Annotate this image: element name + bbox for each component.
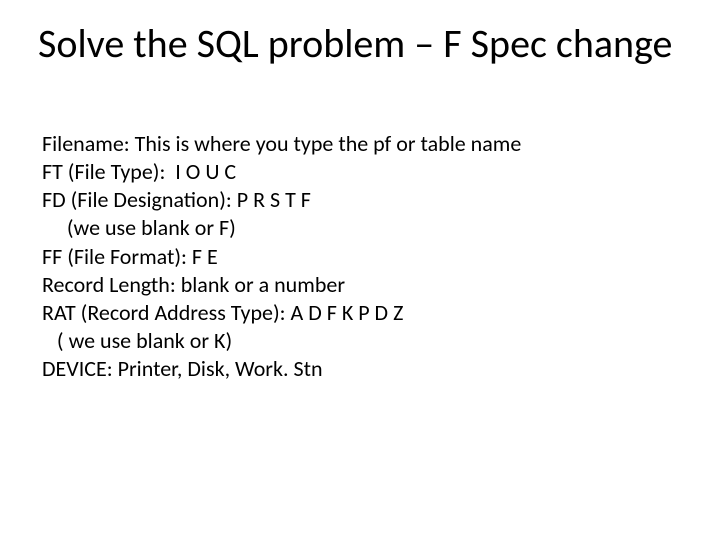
slide-body: Filename: This is where you type the pf …	[42, 130, 662, 383]
body-line: RAT (Record Address Type): A D F K P D Z	[42, 299, 662, 327]
slide-title: Solve the SQL problem – F Spec change	[38, 22, 672, 66]
body-line: FD (File Designation): P R S T F	[42, 186, 662, 214]
body-line: DEVICE: Printer, Disk, Work. Stn	[42, 355, 662, 383]
body-line: Record Length: blank or a number	[42, 271, 662, 299]
body-line: ( we use blank or K)	[42, 327, 662, 355]
body-line: (we use blank or F)	[42, 214, 662, 242]
body-line: Filename: This is where you type the pf …	[42, 130, 662, 158]
slide: Solve the SQL problem – F Spec change Fi…	[0, 0, 720, 540]
body-line: FT (File Type): I O U C	[42, 158, 662, 186]
body-line: FF (File Format): F E	[42, 243, 662, 271]
